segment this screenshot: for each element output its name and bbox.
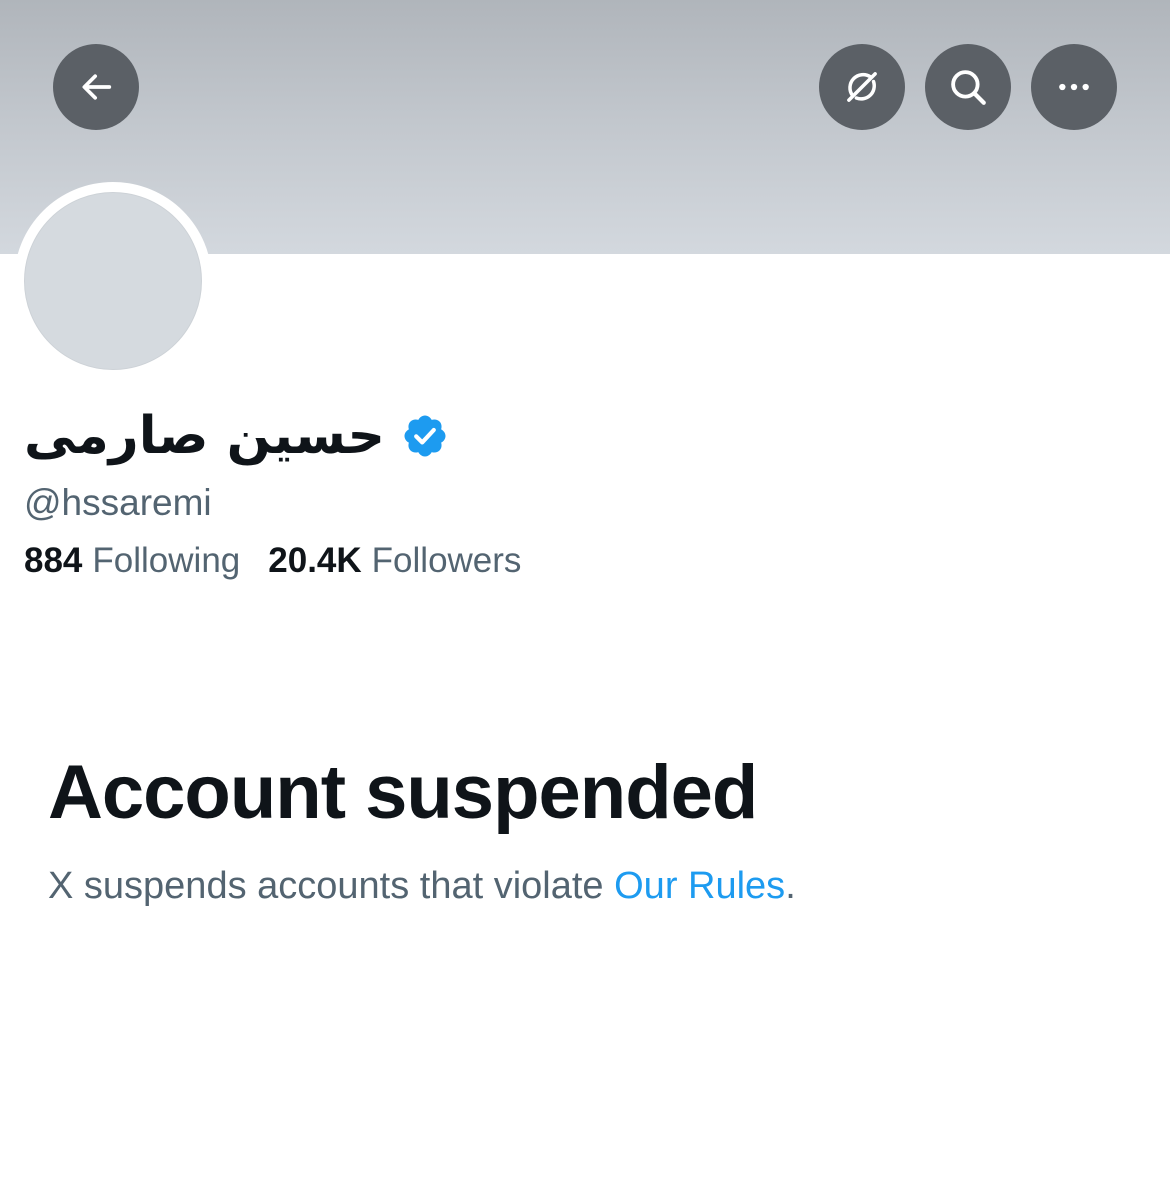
following-stat[interactable]: 884 Following <box>24 536 240 586</box>
following-label: Following <box>92 541 241 580</box>
following-count: 884 <box>24 541 83 580</box>
more-button[interactable] <box>1031 44 1117 130</box>
grok-icon <box>847 72 877 102</box>
suspended-description-period: . <box>785 865 796 907</box>
suspended-description: X suspends accounts that violate Our Rul… <box>48 860 796 912</box>
followers-stat[interactable]: 20.4K Followers <box>268 536 521 586</box>
followers-label: Followers <box>371 541 522 580</box>
grok-button[interactable] <box>819 44 905 130</box>
display-name: حسین صارمی <box>24 406 386 466</box>
avatar[interactable] <box>24 192 202 370</box>
our-rules-link[interactable]: Our Rules <box>614 865 785 907</box>
verified-badge-icon[interactable] <box>401 412 449 460</box>
arrow-left-icon <box>82 74 112 100</box>
search-icon <box>951 70 986 105</box>
more-horizontal-icon <box>1059 83 1089 91</box>
suspended-description-text: X suspends accounts that violate <box>48 865 615 907</box>
search-button[interactable] <box>925 44 1011 130</box>
followers-count: 20.4K <box>268 541 362 580</box>
profile-stats: 884 Following 20.4K Followers <box>24 536 521 586</box>
name-row: حسین صارمی <box>24 400 449 472</box>
avatar-ring <box>14 182 212 380</box>
profile-handle: @hssaremi <box>24 482 212 523</box>
suspended-title: Account suspended <box>48 750 758 835</box>
profile-page: حسین صارمی @hssaremi 884 Following 20.4K… <box>0 0 1170 1200</box>
back-button[interactable] <box>53 44 139 130</box>
